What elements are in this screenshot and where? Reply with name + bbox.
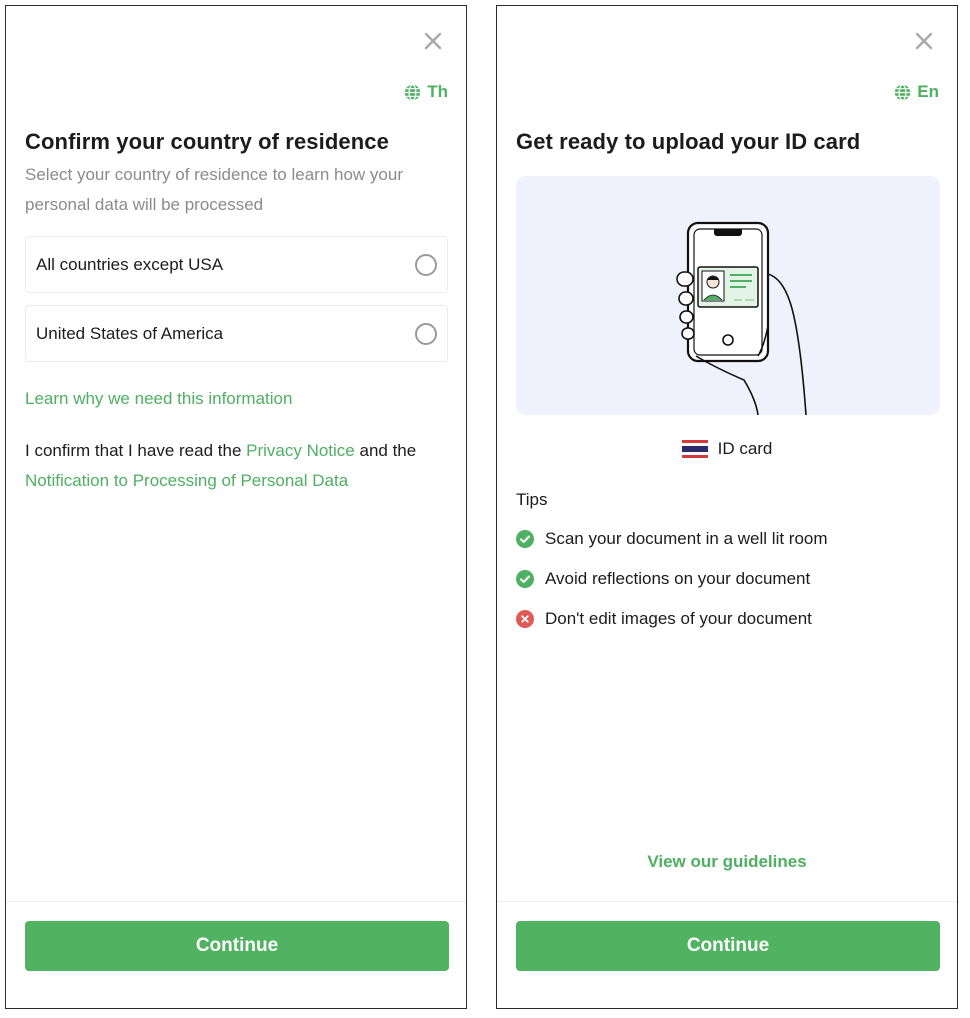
id-upload-panel: En Get ready to upload your ID card ID c… xyxy=(496,5,958,1009)
option-united-states[interactable]: United States of America xyxy=(25,305,448,362)
radio-unchecked-icon[interactable] xyxy=(415,322,437,345)
confirm-mid: and the xyxy=(354,441,417,460)
check-circle-icon xyxy=(516,530,534,548)
language-label: Th xyxy=(427,82,448,101)
language-switcher[interactable]: Th xyxy=(404,82,448,102)
option-label: United States of America xyxy=(36,323,224,343)
page-subtitle: Select your country of residence to lear… xyxy=(25,165,403,214)
confirmation-text: I confirm that I have read the Privacy N… xyxy=(25,436,445,496)
document-type-label: ID card xyxy=(717,439,773,458)
notification-processing-link[interactable]: Notification to Processing of Personal D… xyxy=(25,471,348,490)
tip-item: Avoid reflections on your document xyxy=(516,569,810,589)
language-switcher[interactable]: En xyxy=(894,82,939,102)
page-title: Get ready to upload your ID card xyxy=(516,129,861,154)
option-label: All countries except USA xyxy=(36,254,224,274)
globe-icon xyxy=(895,83,911,101)
tip-text: Scan your document in a well lit room xyxy=(545,529,828,548)
page-title: Confirm your country of residence xyxy=(25,129,389,154)
continue-button[interactable]: Continue xyxy=(516,921,940,971)
phone-hand-illustration xyxy=(676,221,807,415)
footer-divider xyxy=(6,901,466,902)
view-guidelines-link[interactable]: View our guidelines xyxy=(647,852,806,871)
tip-text: Avoid reflections on your document xyxy=(545,569,811,588)
option-all-countries-except-usa[interactable]: All countries except USA xyxy=(25,236,448,293)
footer-divider xyxy=(497,901,957,902)
tip-item: Don't edit images of your document xyxy=(516,609,812,629)
language-label: En xyxy=(917,82,939,101)
radio-unchecked-icon[interactable] xyxy=(415,253,437,276)
tips-heading: Tips xyxy=(516,490,548,509)
close-icon[interactable] xyxy=(424,32,442,50)
confirm-prefix: I confirm that I have read the xyxy=(25,441,247,460)
check-circle-icon xyxy=(516,570,534,588)
tip-text: Don't edit images of your document xyxy=(545,609,812,628)
continue-button[interactable]: Continue xyxy=(25,921,449,971)
close-icon[interactable] xyxy=(915,32,933,50)
id-scan-illustration xyxy=(516,176,940,415)
globe-icon xyxy=(405,83,421,101)
learn-why-link[interactable]: Learn why we need this information xyxy=(25,389,292,409)
tip-item: Scan your document in a well lit room xyxy=(516,529,828,549)
document-type: ID card xyxy=(497,439,957,459)
x-circle-icon xyxy=(516,610,534,628)
guidelines-row: View our guidelines xyxy=(497,852,957,872)
privacy-notice-link[interactable]: Privacy Notice xyxy=(246,441,355,460)
thailand-flag-icon xyxy=(681,440,708,458)
country-residence-panel: Th Confirm your country of residence Sel… xyxy=(5,5,467,1009)
